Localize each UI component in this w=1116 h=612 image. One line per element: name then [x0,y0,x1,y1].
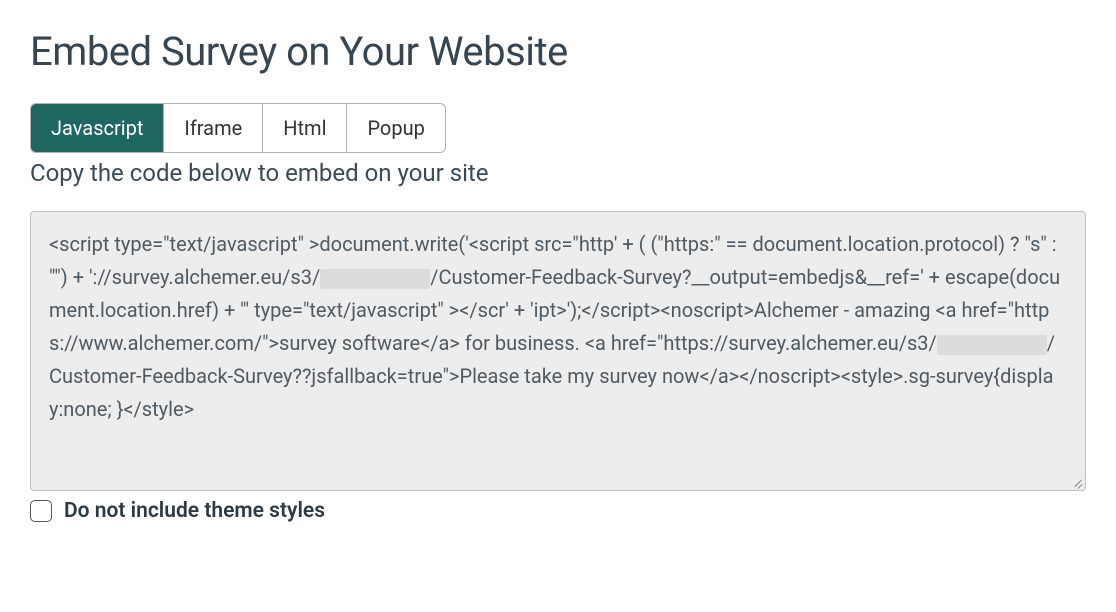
tab-popup[interactable]: Popup [347,104,444,152]
tab-iframe[interactable]: Iframe [164,104,263,152]
embed-tabs: Javascript Iframe Html Popup [30,103,446,153]
page-title: Embed Survey on Your Website [30,28,1086,75]
tab-html[interactable]: Html [263,104,347,152]
instruction-text: Copy the code below to embed on your sit… [30,159,1086,187]
tab-javascript[interactable]: Javascript [31,104,164,152]
embed-code-box[interactable]: <script type="text/javascript" >document… [30,211,1086,491]
redacted-id [937,335,1047,355]
theme-styles-label: Do not include theme styles [64,499,325,523]
redacted-id [320,269,430,289]
resize-handle-icon [1069,474,1083,488]
theme-styles-checkbox[interactable] [30,500,52,522]
theme-styles-option: Do not include theme styles [30,499,1086,523]
